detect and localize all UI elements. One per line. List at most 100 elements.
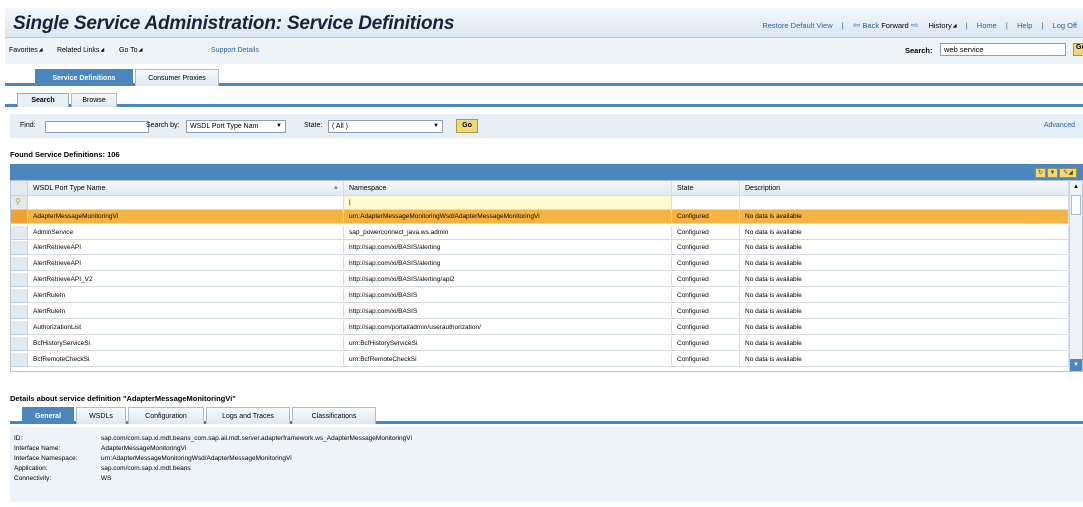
tab-classifications[interactable]: Classifications [292, 407, 376, 424]
field-value-application: sap.com/com.sap.xi.mdt.beans [101, 465, 191, 472]
table-row[interactable]: BcfHistoryServiceSi urn:BcfHistoryServic… [11, 337, 1069, 351]
row-selector[interactable] [11, 321, 28, 335]
cell-state: Configured [672, 289, 740, 303]
tab-consumer-proxies[interactable]: Consumer Proxies [135, 69, 219, 86]
filter-input-description[interactable] [740, 196, 1069, 210]
search-by-select[interactable]: WSDL Port Type Nam ▼ [186, 120, 286, 133]
logoff-link[interactable]: Log Off [1053, 21, 1077, 30]
history-dropdown-icon[interactable]: ◢ [953, 23, 957, 29]
cell-description: No data is available [740, 241, 1069, 255]
separator: | [965, 21, 968, 30]
table-row[interactable]: AuthorizationList http://sap.com/portal/… [11, 321, 1069, 335]
row-selector[interactable] [11, 305, 28, 319]
table-row[interactable]: AlertRetrieveAPI_V2 http://sap.com/xi/BA… [11, 273, 1069, 287]
row-selector[interactable] [11, 226, 28, 240]
sort-ascending-icon[interactable]: ▲ [333, 181, 339, 195]
table-row[interactable]: BcfRemoteCheckSi urn:BcfRemoteCheckSi Co… [11, 353, 1069, 367]
field-label-application: Application: [14, 465, 48, 472]
cell-state: Configured [672, 241, 740, 255]
go-button[interactable]: Go [456, 119, 478, 133]
search-go-button[interactable]: Go [1073, 43, 1083, 56]
forward-arrow-icon[interactable]: ⇨ [911, 20, 919, 31]
cell-namespace: http://sap.com/xi/BASIS [344, 305, 672, 319]
filter-input-namespace[interactable]: | [344, 196, 672, 210]
tab-configuration[interactable]: Configuration [128, 407, 204, 424]
cell-description: No data is available [740, 305, 1069, 319]
cell-name: AlertRetrieveAPI [28, 257, 344, 271]
row-selector[interactable] [11, 337, 28, 351]
field-label-interface-name: Interface Name: [14, 445, 61, 452]
cell-state: Configured [672, 226, 740, 240]
column-header-wsdl-port-type-name[interactable]: WSDL Port Type Name ▲ [28, 181, 344, 196]
filter-input-state[interactable] [672, 196, 740, 210]
table-scrollbar[interactable]: ▲ ▼ [1069, 181, 1082, 371]
cell-name: AlertRetrieveAPI [28, 241, 344, 255]
filter-input-name[interactable] [28, 196, 344, 210]
tab-general[interactable]: General [22, 407, 74, 424]
find-label: Find: [20, 122, 36, 129]
related-links-menu[interactable]: Related Links◢ [57, 47, 104, 54]
state-select[interactable]: ( All ) ▼ [328, 120, 443, 133]
scroll-thumb[interactable] [1071, 195, 1081, 215]
related-links-label: Related Links [57, 47, 100, 54]
filter-icon[interactable]: ⚲ [15, 197, 21, 206]
home-link[interactable]: Home [977, 21, 997, 30]
filter-row-cell: ⚲ [11, 196, 28, 210]
row-selector[interactable] [11, 241, 28, 255]
column-header-description[interactable]: Description [740, 181, 1069, 196]
search-input[interactable] [940, 43, 1066, 56]
goto-dropdown-icon: ◢ [138, 47, 143, 54]
cell-state: Configured [672, 353, 740, 367]
history-menu[interactable]: History [928, 21, 951, 30]
cell-state: Configured [672, 305, 740, 319]
tab-service-definitions[interactable]: Service Definitions [35, 69, 133, 86]
advanced-link[interactable]: Advanced [1044, 122, 1075, 129]
row-selector[interactable] [11, 289, 28, 303]
table-row[interactable]: AlertRetrieveAPI http://sap.com/xi/BASIS… [11, 257, 1069, 271]
table-row[interactable]: AdapterMessageMonitoringVi urn:AdapterMe… [11, 210, 1069, 224]
row-selector[interactable] [11, 273, 28, 287]
goto-label: Go To [119, 47, 138, 54]
favorites-menu[interactable]: Favorites◢ [9, 47, 43, 54]
cell-namespace: urn:BcfRemoteCheckSi [344, 353, 672, 367]
select-all-cell[interactable] [11, 181, 28, 196]
filter-icon[interactable]: ▼ [1047, 168, 1058, 178]
restore-default-view-link[interactable]: Restore Default View [762, 21, 832, 30]
details-panel: ID: sap.com/com.sap.xi.mdt.beans_com.sap… [10, 427, 1083, 502]
cell-namespace: http://sap.com/xi/BASIS [344, 289, 672, 303]
table-header-row: WSDL Port Type Name ▲ Namespace State De… [11, 181, 1069, 196]
scroll-up-icon[interactable]: ▲ [1070, 181, 1082, 193]
help-link[interactable]: Help [1017, 21, 1032, 30]
back-link[interactable]: Back [862, 21, 879, 30]
table-row[interactable]: AlertRetrieveAPI http://sap.com/xi/BASIS… [11, 241, 1069, 255]
find-input[interactable] [45, 121, 149, 133]
refresh-icon[interactable]: ↻ [1035, 168, 1046, 178]
field-label-id: ID: [14, 435, 23, 442]
row-selector[interactable] [11, 257, 28, 271]
cell-name: AlertRuleIn [28, 289, 344, 303]
support-details-link[interactable]: Support Details [211, 47, 259, 54]
found-count: Found Service Definitions: 106 [10, 150, 120, 159]
back-arrow-icon[interactable]: ⇦ [853, 20, 861, 31]
row-selector[interactable] [11, 210, 28, 224]
state-value: ( All ) [332, 123, 348, 130]
goto-menu[interactable]: Go To◢ [119, 47, 142, 54]
table-row[interactable]: AlertRuleIn http://sap.com/xi/BASIS Conf… [11, 305, 1069, 319]
table-row[interactable]: AdminService sap_powerconnect_java.ws.ad… [11, 226, 1069, 240]
cell-state: Configured [672, 321, 740, 335]
tab-search[interactable]: Search [17, 93, 69, 107]
search-label: Search: [905, 46, 933, 55]
column-header-namespace[interactable]: Namespace [344, 181, 672, 196]
table-row[interactable]: AlertRuleIn http://sap.com/xi/BASIS Conf… [11, 289, 1069, 303]
column-header-state[interactable]: State [672, 181, 740, 196]
tab-browse[interactable]: Browse [71, 93, 117, 107]
settings-icon[interactable]: ✎◢ [1059, 168, 1077, 178]
tab-logs-and-traces[interactable]: Logs and Traces [206, 407, 290, 424]
tab-wsdls[interactable]: WSDLs [76, 407, 126, 424]
cell-state: Configured [672, 210, 740, 224]
row-selector[interactable] [11, 353, 28, 367]
forward-link[interactable]: Forward [881, 21, 909, 30]
column-header-label: WSDL Port Type Name [33, 185, 106, 192]
main-tabs: Service Definitions Consumer Proxies [5, 66, 1083, 86]
scroll-down-icon[interactable]: ▼ [1070, 359, 1082, 371]
